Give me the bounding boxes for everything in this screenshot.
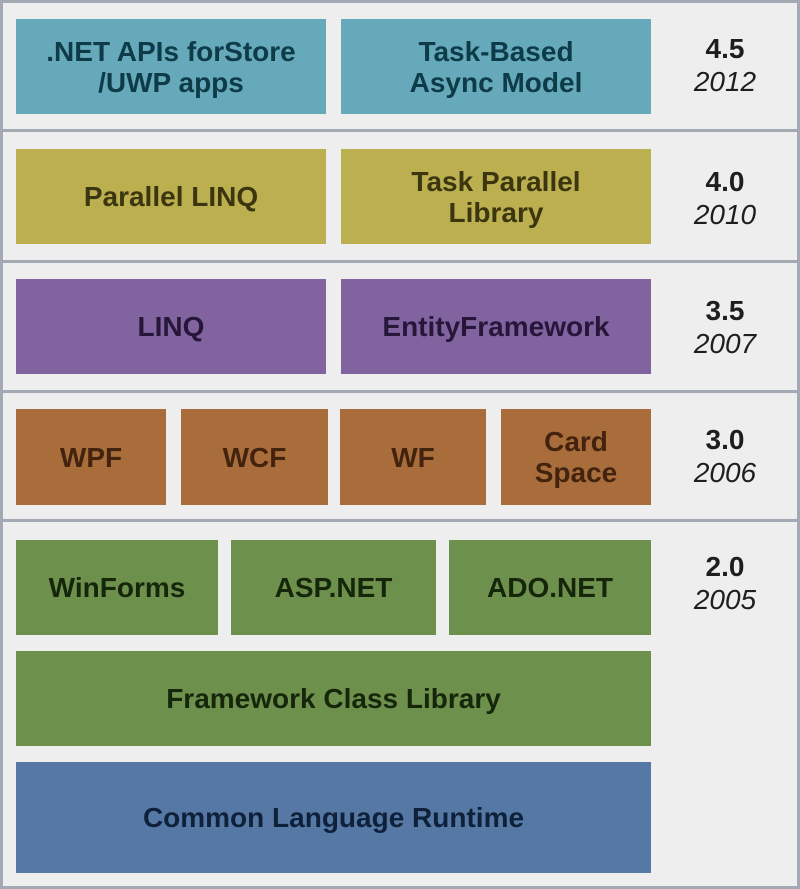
version-year: 2010 xyxy=(693,199,757,230)
component-ado-net: ADO.NET xyxy=(449,540,651,635)
version-year: 2007 xyxy=(693,328,757,359)
version-number: 3.0 xyxy=(705,424,745,455)
version-number: 4.0 xyxy=(705,166,745,197)
version-number: 2.0 xyxy=(705,551,745,582)
version-year: 2005 xyxy=(693,584,757,615)
component-wf: WF xyxy=(340,409,486,505)
component-wpf: WPF xyxy=(16,409,166,505)
version-label: 4.0 2010 xyxy=(660,166,790,232)
component-asp-net: ASP.NET xyxy=(231,540,436,635)
component-task-parallel-library: Task Parallel Library xyxy=(341,149,651,244)
row-divider xyxy=(0,260,800,263)
component-framework-class-library: Framework Class Library xyxy=(16,651,651,746)
version-label: 3.5 2007 xyxy=(660,295,790,361)
component-entity-framework: EntityFramework xyxy=(341,279,651,374)
component-winforms: WinForms xyxy=(16,540,218,635)
version-label: 4.5 2012 xyxy=(660,33,790,99)
component-wcf: WCF xyxy=(181,409,328,505)
row-divider xyxy=(0,519,800,522)
row-divider xyxy=(0,129,800,132)
version-year: 2012 xyxy=(693,66,757,97)
component-task-based-async-model: Task-Based Async Model xyxy=(341,19,651,114)
version-number: 4.5 xyxy=(705,33,745,64)
component-card-space: Card Space xyxy=(501,409,651,505)
component-parallel-linq: Parallel LINQ xyxy=(16,149,326,244)
component-common-language-runtime: Common Language Runtime xyxy=(16,762,651,873)
row-divider xyxy=(0,390,800,393)
version-label: 3.0 2006 xyxy=(660,424,790,490)
version-year: 2006 xyxy=(693,457,757,488)
version-label: 2.0 2005 xyxy=(660,551,790,617)
component-linq: LINQ xyxy=(16,279,326,374)
version-number: 3.5 xyxy=(705,295,745,326)
component-net-apis-store-uwp: .NET APIs forStore /UWP apps xyxy=(16,19,326,114)
